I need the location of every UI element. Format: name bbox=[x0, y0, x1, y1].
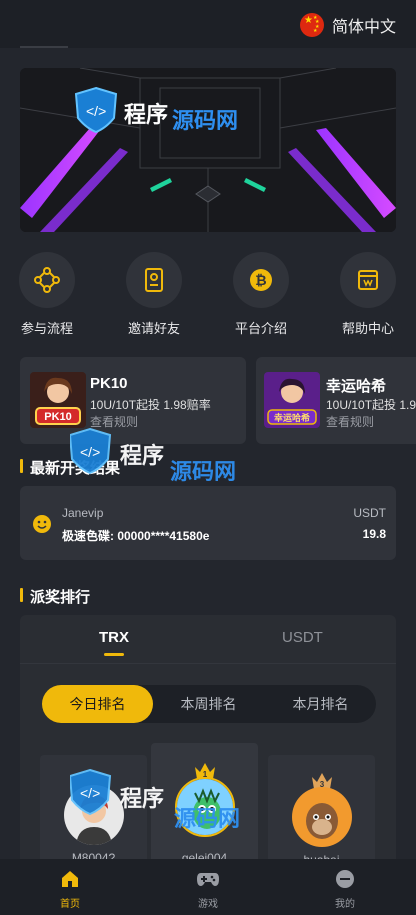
nav-label: 我的 bbox=[335, 899, 355, 910]
svg-text:源码网: 源码网 bbox=[174, 807, 240, 832]
winner-currency: USDT bbox=[353, 506, 386, 520]
nav-label: 游戏 bbox=[198, 899, 218, 910]
tab-usdt[interactable]: USDT bbox=[282, 629, 323, 646]
tab-indicator bbox=[104, 653, 124, 656]
watermark-logo: </> 程序 源码网 bbox=[70, 768, 240, 832]
tab-trx[interactable]: TRX bbox=[99, 629, 129, 646]
quick-link-label: 平台介绍 bbox=[234, 321, 287, 336]
svg-text:</>: </> bbox=[86, 103, 106, 119]
svg-text:源码网: 源码网 bbox=[172, 109, 238, 134]
svg-text:程序: 程序 bbox=[124, 102, 168, 128]
svg-text:</>: </> bbox=[80, 444, 100, 460]
language-selector[interactable]: ★ ★ ★ ★ ★ 简体中文 bbox=[299, 12, 396, 38]
nav-profile[interactable]: 我的 bbox=[315, 869, 375, 910]
help-icon bbox=[358, 270, 378, 290]
promo-banner[interactable]: </> 程序 源码网 bbox=[20, 68, 396, 232]
tabs-divider bbox=[20, 663, 396, 664]
ranking-panel: TRX USDT 今日排名 本周排名 本月排名 M8004? 1 gelei00… bbox=[20, 615, 396, 875]
nav-home[interactable]: 首页 bbox=[40, 869, 100, 910]
quick-link-label: 邀请好友 bbox=[127, 321, 180, 336]
invite-icon bbox=[145, 268, 163, 292]
nav-games[interactable]: 游戏 bbox=[178, 869, 238, 910]
quick-link-invite[interactable]: 邀请好友 bbox=[114, 252, 194, 337]
winner-amount: 19.8 bbox=[362, 527, 386, 541]
winner-username: Janevip bbox=[62, 506, 104, 520]
game-card-lucky-hash[interactable]: 幸运哈希 幸运哈希 10U/10T起投 1.9 查看规则 bbox=[256, 357, 416, 444]
winner-game-result: 极速色碟: 00000****41580e bbox=[62, 529, 210, 543]
profile-icon bbox=[336, 870, 354, 888]
svg-text:程序: 程序 bbox=[120, 786, 164, 812]
period-month-button[interactable]: 本月排名 bbox=[265, 685, 376, 723]
quick-link-process[interactable]: 参与流程 bbox=[7, 252, 87, 337]
lucky-hash-thumbnail: 幸运哈希 bbox=[264, 372, 320, 428]
svg-text:PK10: PK10 bbox=[44, 411, 72, 423]
svg-text:₿: ₿ bbox=[255, 272, 266, 288]
svg-text:幸运哈希: 幸运哈希 bbox=[274, 412, 310, 424]
quick-link-label: 帮助中心 bbox=[341, 321, 394, 336]
bottom-navigation: 首页 游戏 我的 bbox=[0, 859, 416, 915]
svg-text:源码网: 源码网 bbox=[170, 460, 236, 485]
period-today-button[interactable]: 今日排名 bbox=[42, 685, 153, 723]
language-label: 简体中文 bbox=[331, 19, 396, 36]
svg-text:</>: </> bbox=[80, 785, 100, 801]
pk10-thumbnail: PK10 bbox=[30, 372, 86, 428]
bitcoin-icon: ₿ bbox=[250, 269, 272, 291]
quick-link-label: 参与流程 bbox=[20, 321, 73, 336]
game-desc: 10U/10T起投 1.98赔率 bbox=[90, 398, 211, 412]
quick-link-help[interactable]: 帮助中心 bbox=[328, 252, 408, 337]
watermark-logo: </> 程序 源码网 bbox=[70, 427, 236, 485]
avatar bbox=[291, 787, 352, 847]
nav-label: 首页 bbox=[60, 899, 80, 910]
flow-icon bbox=[34, 267, 60, 293]
game-name: 幸运哈希 bbox=[326, 378, 387, 395]
quick-link-about[interactable]: ₿ 平台介绍 bbox=[221, 252, 301, 337]
gamepad-icon bbox=[197, 873, 219, 886]
section-title-ranking: 派奖排行 bbox=[20, 586, 90, 607]
quick-links: 参与流程 邀请好友 ₿ 平台介绍 帮助中心 bbox=[0, 252, 416, 342]
latest-result-card: Janevip 极速色碟: 00000****41580e USDT 19.8 bbox=[20, 486, 396, 560]
game-name: PK10 bbox=[90, 375, 128, 392]
period-week-button[interactable]: 本周排名 bbox=[153, 685, 264, 723]
game-desc: 10U/10T起投 1.9 bbox=[326, 398, 416, 412]
china-flag-icon: ★ ★ ★ ★ ★ bbox=[299, 13, 324, 37]
banner-artwork: </> 程序 源码网 bbox=[20, 68, 396, 232]
podium-third: 3 huabai bbox=[268, 755, 375, 875]
top-header: ★ ★ ★ ★ ★ 简体中文 bbox=[0, 0, 416, 48]
header-tab-indicator bbox=[20, 46, 68, 48]
view-rules-link[interactable]: 查看规则 bbox=[326, 413, 374, 430]
home-icon bbox=[62, 871, 78, 887]
period-selector: 今日排名 本周排名 本月排名 bbox=[42, 685, 376, 723]
svg-text:程序: 程序 bbox=[120, 443, 164, 469]
smile-icon bbox=[33, 515, 51, 533]
